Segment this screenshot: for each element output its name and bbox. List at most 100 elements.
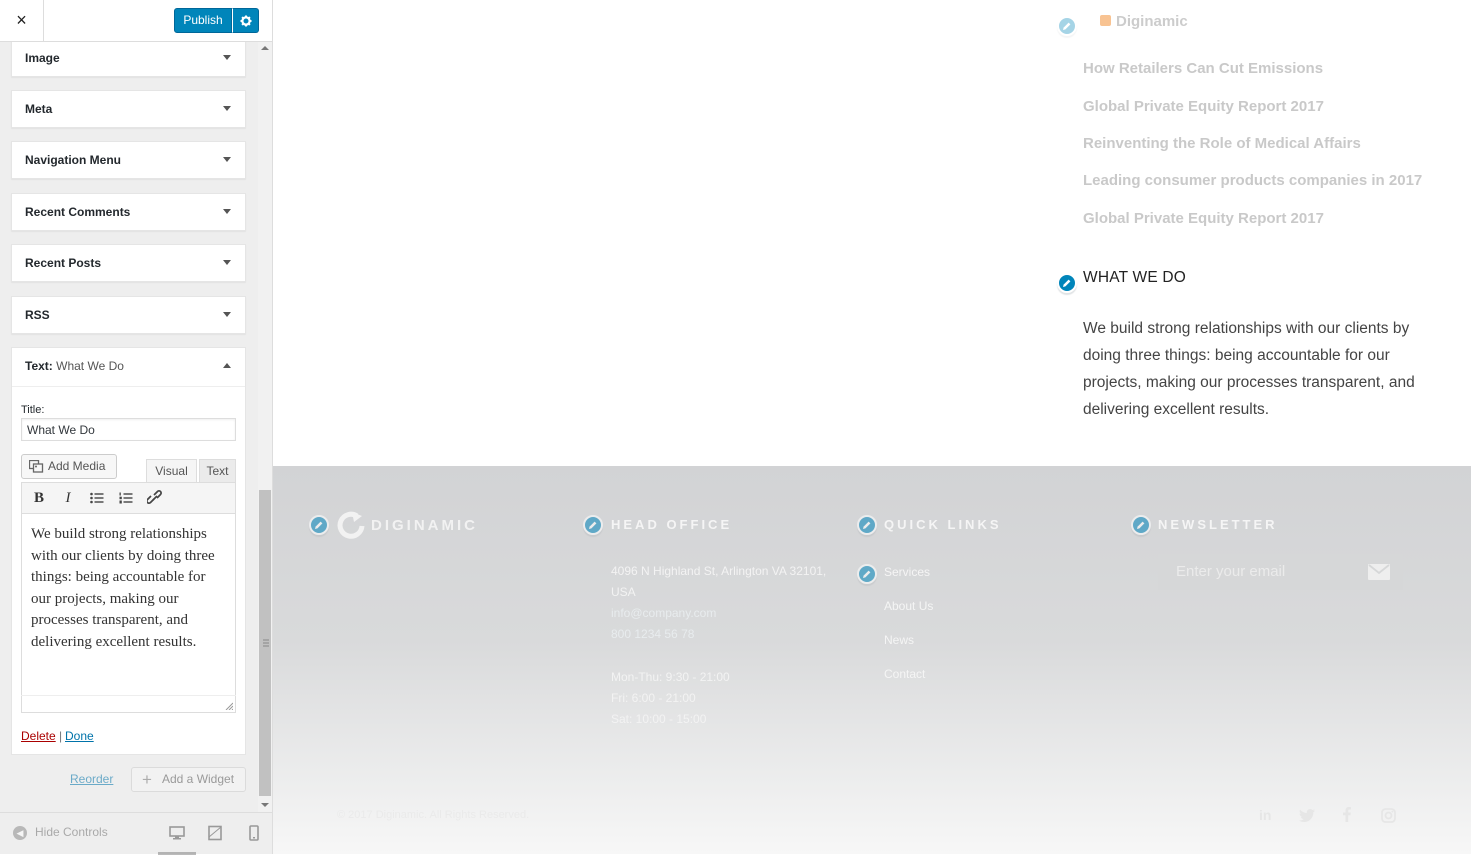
mobile-icon[interactable] <box>246 825 262 841</box>
bullet-list-icon[interactable] <box>86 488 108 508</box>
pencil-icon <box>863 570 871 578</box>
edit-shortcut-what-we-do[interactable] <box>1057 273 1077 293</box>
link-separator: | <box>59 729 63 743</box>
tablet-icon[interactable] <box>207 825 223 841</box>
add-media-label: Add Media <box>48 459 106 473</box>
done-link[interactable]: Done <box>65 729 94 743</box>
italic-icon[interactable]: I <box>57 488 79 508</box>
link-icon[interactable] <box>144 488 166 508</box>
chevron-down-icon <box>223 157 231 162</box>
widget-type: Text: <box>25 359 53 373</box>
plus-icon: + <box>142 770 152 789</box>
diginamic-logo[interactable] <box>335 510 369 542</box>
chevron-up-icon <box>223 363 231 368</box>
publish-settings-button[interactable] <box>232 8 259 33</box>
rss-item[interactable]: How Retailers Can Cut Emissions <box>1083 60 1323 77</box>
tab-text[interactable]: Text <box>199 459 236 483</box>
widget-rss[interactable]: RSS <box>11 296 246 334</box>
pencil-icon <box>315 521 323 529</box>
customizer-header: × Publish <box>0 0 272 42</box>
add-widget-button[interactable]: + Add a Widget <box>131 767 246 792</box>
email-link[interactable]: info@company.com <box>611 603 716 624</box>
title-input[interactable] <box>21 418 236 441</box>
rss-icon <box>1100 15 1111 26</box>
publish-button[interactable]: Publish <box>174 8 232 33</box>
widget-title: RSS <box>25 308 50 322</box>
widget-title: Image <box>25 51 60 65</box>
editor-content[interactable]: We build strong relationships with our c… <box>21 513 236 713</box>
quick-links-title: QUICK LINKS <box>884 517 1002 532</box>
customizer-sidebar: × Publish Image Meta Navigation Menu Rec… <box>0 0 273 855</box>
widget-title: Meta <box>25 102 53 116</box>
arrow-left-icon: ◀ <box>13 825 27 840</box>
widget-title: Text: What We Do <box>25 348 124 385</box>
reorder-link[interactable]: Reorder <box>70 772 113 786</box>
desktop-icon[interactable] <box>169 825 185 841</box>
hours-line-2: Fri: 6:00 - 21:00 <box>611 691 696 705</box>
rss-title-text: Diginamic <box>1116 13 1188 30</box>
scroll-up-icon[interactable] <box>261 46 269 50</box>
instagram-icon[interactable] <box>1381 808 1396 823</box>
edit-shortcut-quick-links-menu[interactable] <box>857 564 877 584</box>
site-preview: Diginamic How Retailers Can Cut Emission… <box>273 0 1471 854</box>
quick-link[interactable]: Contact <box>884 667 925 681</box>
close-icon[interactable]: × <box>0 0 44 41</box>
hide-controls-label: Hide Controls <box>35 825 108 839</box>
chevron-down-icon <box>223 260 231 265</box>
widget-title: Recent Posts <box>25 256 102 270</box>
numbered-list-icon[interactable] <box>115 488 137 508</box>
sidebar-scrollbar[interactable] <box>258 42 272 812</box>
newsletter-email-input[interactable]: Enter your email <box>1176 554 1285 590</box>
bold-icon[interactable]: B <box>28 488 50 508</box>
quick-link[interactable]: About Us <box>884 599 933 613</box>
envelope-icon[interactable] <box>1368 564 1390 580</box>
quick-link[interactable]: News <box>884 633 914 647</box>
hours-line-1: Mon-Thu: 9:30 - 21:00 <box>611 670 730 684</box>
twitter-icon[interactable] <box>1299 809 1315 822</box>
site-footer: DIGINAMIC HEAD OFFICE 4096 N Highland St… <box>273 466 1471 854</box>
delete-link[interactable]: Delete <box>21 729 56 743</box>
gear-icon <box>240 15 251 27</box>
head-office-title: HEAD OFFICE <box>611 517 733 532</box>
add-media-button[interactable]: Add Media <box>21 454 117 479</box>
media-icon <box>29 460 44 473</box>
what-we-do-body: We build strong relationships with our c… <box>1083 320 1415 418</box>
what-we-do-title: WHAT WE DO <box>1083 269 1187 286</box>
scroll-thumb[interactable] <box>259 490 271 796</box>
edit-shortcut-newsletter[interactable] <box>1131 515 1151 535</box>
tab-visual[interactable]: Visual <box>146 459 197 483</box>
widget-recent-posts[interactable]: Recent Posts <box>11 244 246 282</box>
rss-item[interactable]: Leading consumer products companies in 2… <box>1083 172 1422 189</box>
pencil-icon <box>1137 521 1145 529</box>
widget-recent-comments[interactable]: Recent Comments <box>11 193 246 231</box>
scroll-down-icon[interactable] <box>261 803 269 807</box>
edit-shortcut-head-office[interactable] <box>583 515 603 535</box>
edit-shortcut-rss[interactable] <box>1057 16 1077 36</box>
rss-item[interactable]: Global Private Equity Report 2017 <box>1083 98 1324 115</box>
phone-text: 800 1234 56 78 <box>611 627 695 641</box>
widget-name: What We Do <box>56 359 124 373</box>
widget-meta[interactable]: Meta <box>11 90 246 128</box>
rss-widget-title: Diginamic <box>1100 13 1188 30</box>
linkedin-icon[interactable]: in <box>1259 807 1271 823</box>
address-line-2: USA <box>611 585 636 599</box>
widget-image[interactable]: Image <box>11 42 246 77</box>
edit-shortcut-logo[interactable] <box>309 515 329 535</box>
rss-item[interactable]: Global Private Equity Report 2017 <box>1083 210 1324 227</box>
edit-shortcut-quick-links[interactable] <box>857 515 877 535</box>
chevron-down-icon <box>223 55 231 60</box>
widget-title: Navigation Menu <box>25 153 122 167</box>
pencil-icon <box>863 521 871 529</box>
customizer-footer: ◀ Hide Controls <box>0 812 272 855</box>
facebook-icon[interactable] <box>1343 807 1351 822</box>
widget-navigation-menu[interactable]: Navigation Menu <box>11 141 246 179</box>
widget-header[interactable]: Text: What We Do <box>12 348 245 387</box>
quick-link[interactable]: Services <box>884 565 930 579</box>
hide-controls-button[interactable]: ◀ Hide Controls <box>13 825 108 840</box>
rss-item[interactable]: Reinventing the Role of Medical Affairs <box>1083 135 1361 152</box>
logo-text: DIGINAMIC <box>371 517 478 534</box>
editor-statusbar <box>21 695 236 713</box>
editor-toolbar: B I <box>21 482 236 514</box>
add-widget-label: Add a Widget <box>162 772 235 786</box>
resize-handle-icon[interactable] <box>225 702 233 710</box>
